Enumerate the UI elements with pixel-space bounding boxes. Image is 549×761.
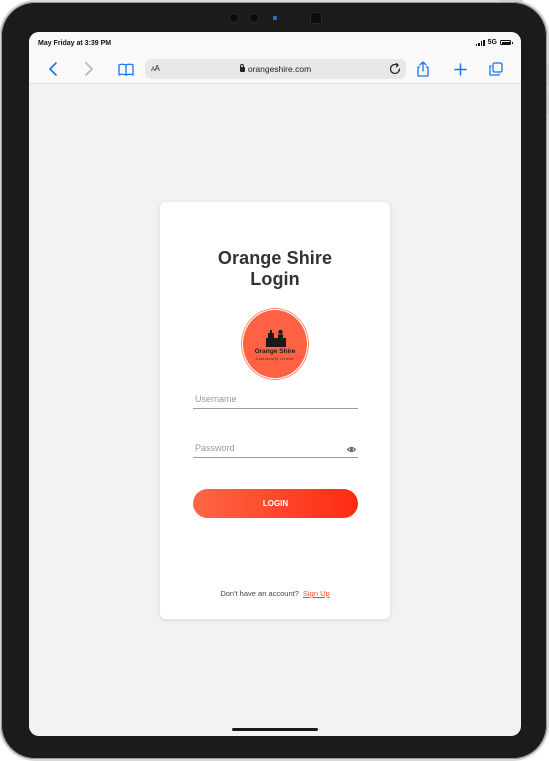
login-button[interactable]: LOGIN — [193, 489, 358, 518]
title-line: Login — [250, 269, 300, 289]
password-input[interactable] — [193, 439, 358, 457]
status-indicators: 5G — [475, 39, 513, 46]
face-sensor — [310, 12, 322, 24]
tabs-icon[interactable] — [487, 60, 505, 78]
logo: Orange Shire Community Center — [241, 308, 309, 380]
front-camera — [249, 13, 259, 23]
username-field[interactable] — [193, 389, 358, 409]
forward-icon[interactable] — [80, 60, 98, 78]
tablet-frame: May Friday at 3:39 PM 5G AA orangeshire.… — [1, 0, 549, 759]
title-line: Orange Shire — [217, 248, 333, 268]
logo-badge: Orange Shire Community Center — [243, 310, 307, 378]
reload-icon[interactable] — [388, 62, 402, 76]
new-tab-icon[interactable] — [451, 60, 469, 78]
bookmarks-icon[interactable] — [117, 60, 135, 78]
lock-icon — [239, 64, 245, 72]
camera-sensor — [229, 13, 239, 23]
logo-tagline: Community Center — [255, 357, 295, 361]
battery-icon — [500, 40, 513, 45]
url-text: orangeshire.com — [247, 64, 312, 74]
no-account-text: Don't have an account? — [220, 589, 299, 598]
address-bar[interactable]: AA orangeshire.com — [145, 59, 406, 79]
screen: May Friday at 3:39 PM 5G AA orangeshire.… — [29, 32, 521, 736]
browser-toolbar: AA orangeshire.com — [29, 54, 521, 84]
back-icon[interactable] — [44, 60, 62, 78]
community-center-icon — [266, 329, 286, 347]
url-display[interactable]: orangeshire.com — [145, 64, 406, 74]
network-label: 5G — [487, 39, 497, 46]
signup-link[interactable]: Sign Up — [303, 589, 330, 598]
eye-icon[interactable] — [346, 441, 357, 452]
share-icon[interactable] — [414, 60, 432, 78]
password-field[interactable] — [193, 438, 358, 458]
camera-led — [273, 16, 277, 20]
signup-prompt: Don't have an account? Sign Up — [160, 589, 390, 598]
home-indicator[interactable] — [232, 728, 318, 731]
status-time: May Friday at 3:39 PM — [38, 40, 112, 47]
login-card: Orange Shire Login Orange Shire Communit… — [160, 202, 390, 619]
signal-icon — [475, 39, 485, 46]
power-button — [499, 0, 523, 2]
logo-name: Orange Shire — [254, 348, 296, 355]
page-title: Orange Shire Login — [160, 248, 390, 290]
username-input[interactable] — [193, 390, 358, 408]
camera-bar — [223, 11, 329, 25]
status-bar: May Friday at 3:39 PM 5G — [29, 32, 521, 54]
